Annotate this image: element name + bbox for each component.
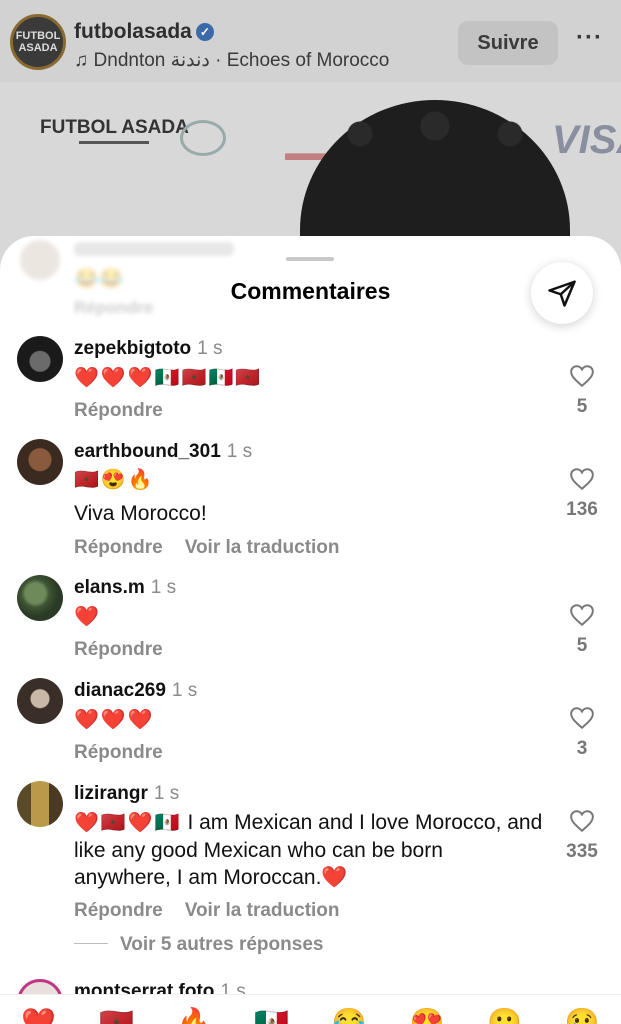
- heart-outline-icon: [570, 604, 594, 627]
- comment-emojis: ❤️🇲🇦❤️🇲🇽: [74, 812, 182, 834]
- reaction-morocco-flag[interactable]: 🇲🇦: [99, 1009, 134, 1024]
- like-count: 136: [566, 499, 598, 520]
- drag-handle[interactable]: [286, 257, 334, 261]
- like-count: 3: [576, 738, 588, 759]
- avatar[interactable]: [17, 439, 63, 485]
- comment-emojis: ❤️❤️❤️🇲🇽🇲🇦🇲🇽🇲🇦: [74, 367, 263, 389]
- reaction-heart-eyes[interactable]: 😍: [410, 1009, 445, 1024]
- comment-time: 1 s: [197, 338, 223, 359]
- like-count: 335: [566, 841, 598, 862]
- like-button[interactable]: 136: [560, 467, 604, 521]
- more-options-icon[interactable]: ···: [576, 24, 603, 52]
- like-button[interactable]: 3: [560, 706, 604, 760]
- like-count: 5: [576, 396, 588, 417]
- comment-username[interactable]: earthbound_301: [74, 441, 221, 462]
- emoji-reaction-bar: ❤️ 🇲🇦 🔥 🇲🇽 😂 😍 😮 😢: [0, 994, 621, 1024]
- verified-badge-icon: ✓: [195, 23, 214, 41]
- translate-button[interactable]: Voir la traduction: [185, 900, 340, 921]
- comments-sheet: 😂😂 Répondre Commentaires zepekbigtoto 1 s…: [0, 236, 621, 1024]
- avatar[interactable]: [17, 575, 63, 621]
- sponsor-futbol-asada-logo: FUTBOL ASADA: [40, 118, 189, 144]
- comment-time: 1 s: [153, 783, 180, 804]
- like-button[interactable]: 5: [560, 603, 604, 657]
- heart-outline-icon: [570, 707, 594, 730]
- reaction-mexico-flag[interactable]: 🇲🇽: [254, 1009, 289, 1024]
- translate-button[interactable]: Voir la traduction: [185, 537, 340, 558]
- music-track[interactable]: ♫ Dndnton دندنة · Echoes of Morocco: [74, 49, 389, 72]
- reaction-fire[interactable]: 🔥: [177, 1009, 212, 1024]
- reply-button[interactable]: Répondre: [74, 400, 163, 421]
- comment-username[interactable]: elans.m: [74, 577, 145, 598]
- paper-plane-icon: [548, 280, 576, 307]
- reply-button[interactable]: Répondre: [74, 742, 163, 763]
- comment-username[interactable]: zepekbigtoto: [74, 338, 191, 359]
- comment-emojis: ❤️❤️❤️: [74, 709, 155, 731]
- hyundai-logo: [180, 120, 226, 156]
- like-button[interactable]: 5: [560, 364, 604, 418]
- reaction-heart[interactable]: ❤️: [21, 1009, 56, 1024]
- heart-outline-icon: [570, 365, 594, 388]
- post-username[interactable]: futbolasada ✓: [74, 20, 214, 44]
- heart-outline-icon: [570, 468, 594, 491]
- reaction-surprised[interactable]: 😮: [487, 1009, 522, 1024]
- follow-button[interactable]: Suivre: [458, 21, 558, 65]
- reaction-sad[interactable]: 😢: [565, 1009, 600, 1024]
- heart-outline-icon: [570, 810, 594, 833]
- like-button[interactable]: 335: [560, 809, 604, 863]
- comment-emojis: ❤️: [74, 606, 101, 628]
- profile-avatar[interactable]: FUTBOL ASADA: [10, 14, 66, 70]
- avatar[interactable]: [17, 781, 63, 827]
- visa-logo: VISA: [552, 118, 621, 162]
- comment-time: 1 s: [226, 441, 253, 462]
- reply-button[interactable]: Répondre: [74, 900, 163, 921]
- comment-text: Viva Morocco!: [74, 502, 207, 525]
- reaction-laugh[interactable]: 😂: [332, 1009, 367, 1024]
- comment-emojis: 🇲🇦😍🔥: [74, 469, 155, 491]
- comment-username[interactable]: dianac269: [74, 680, 166, 701]
- sheet-title: Commentaires: [230, 278, 391, 304]
- avatar[interactable]: [17, 678, 63, 724]
- comment-time: 1 s: [150, 577, 177, 598]
- reply-button[interactable]: Répondre: [74, 639, 163, 660]
- view-more-replies-button[interactable]: Voir 5 autres réponses: [74, 934, 323, 956]
- post-header: FUTBOL ASADA futbolasada ✓ ♫ Dndnton دندن…: [0, 0, 621, 82]
- comment-time: 1 s: [171, 680, 198, 701]
- reply-button[interactable]: Répondre: [74, 537, 163, 558]
- avatar[interactable]: [17, 336, 63, 382]
- like-count: 5: [576, 635, 588, 656]
- comment-username[interactable]: lizirangr: [74, 783, 148, 804]
- share-button[interactable]: [531, 262, 593, 324]
